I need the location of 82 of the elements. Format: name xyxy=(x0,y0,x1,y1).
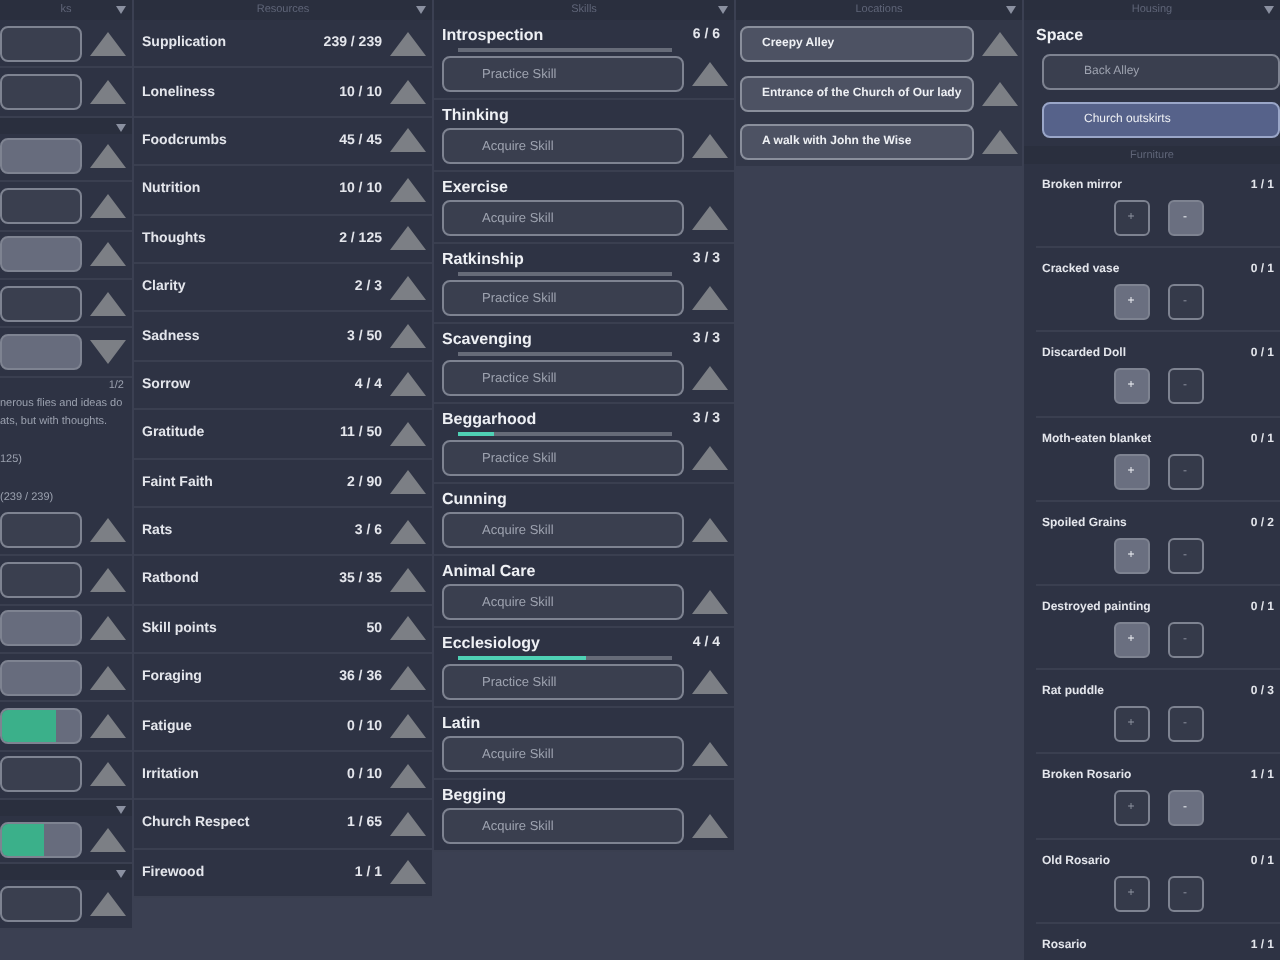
up-arrow-icon[interactable] xyxy=(692,590,728,614)
action-button[interactable] xyxy=(0,821,82,858)
up-arrow-icon[interactable] xyxy=(90,616,126,641)
up-arrow-icon[interactable] xyxy=(90,762,126,787)
action-button[interactable] xyxy=(0,74,82,111)
action-button[interactable] xyxy=(0,561,82,598)
skill-name: Thinking xyxy=(442,106,511,124)
caret-icon[interactable] xyxy=(1006,6,1016,14)
up-arrow-icon[interactable] xyxy=(390,665,426,690)
up-arrow-icon[interactable] xyxy=(692,62,728,86)
caret-icon[interactable] xyxy=(1264,6,1274,14)
skill-name: Cunning xyxy=(442,490,509,508)
up-arrow-icon[interactable] xyxy=(692,670,728,694)
up-arrow-icon[interactable] xyxy=(390,372,426,397)
action-button[interactable] xyxy=(0,334,82,371)
up-arrow-icon[interactable] xyxy=(390,567,426,592)
up-arrow-icon[interactable] xyxy=(390,275,426,300)
action-button[interactable] xyxy=(0,25,82,62)
skill-name: Begging xyxy=(442,786,508,804)
up-arrow-icon[interactable] xyxy=(982,129,1018,154)
up-arrow-icon[interactable] xyxy=(90,827,126,852)
action-button[interactable] xyxy=(0,659,82,696)
skill-name: Exercise xyxy=(442,178,510,196)
up-arrow-icon[interactable] xyxy=(90,144,126,169)
up-arrow-icon[interactable] xyxy=(390,616,426,641)
action-button[interactable] xyxy=(0,285,82,322)
up-arrow-icon[interactable] xyxy=(90,242,126,267)
up-arrow-icon[interactable] xyxy=(982,32,1018,57)
action-button[interactable] xyxy=(0,138,82,175)
up-arrow-icon[interactable] xyxy=(90,518,126,543)
skill-name: Scavenging xyxy=(442,330,534,348)
skill-name: Introspection xyxy=(442,26,546,44)
up-arrow-icon[interactable] xyxy=(692,446,728,470)
up-arrow-icon[interactable] xyxy=(390,421,426,446)
action-button[interactable] xyxy=(0,756,82,793)
down-arrow-icon[interactable] xyxy=(90,340,126,365)
up-arrow-icon[interactable] xyxy=(390,324,426,349)
action-button[interactable] xyxy=(0,187,82,224)
caret-icon[interactable] xyxy=(116,870,126,879)
caret-icon[interactable] xyxy=(416,6,426,14)
up-arrow-icon[interactable] xyxy=(90,567,126,592)
up-arrow-icon[interactable] xyxy=(692,814,728,838)
up-arrow-icon[interactable] xyxy=(90,892,126,917)
up-arrow-icon[interactable] xyxy=(692,742,728,766)
up-arrow-icon[interactable] xyxy=(692,518,728,542)
action-button[interactable] xyxy=(0,610,82,647)
up-arrow-icon[interactable] xyxy=(390,80,426,105)
up-arrow-icon[interactable] xyxy=(692,206,728,230)
up-arrow-icon[interactable] xyxy=(390,714,426,739)
caret-icon[interactable] xyxy=(718,6,728,14)
up-arrow-icon[interactable] xyxy=(692,134,728,158)
caret-icon[interactable] xyxy=(116,6,126,14)
up-arrow-icon[interactable] xyxy=(90,291,126,316)
skill-name: Ecclesiology xyxy=(442,634,542,652)
skill-name: Beggarhood xyxy=(442,410,539,428)
up-arrow-icon[interactable] xyxy=(90,80,126,105)
up-arrow-icon[interactable] xyxy=(390,470,426,495)
up-arrow-icon[interactable] xyxy=(390,128,426,153)
up-arrow-icon[interactable] xyxy=(390,177,426,202)
action-button[interactable] xyxy=(0,512,82,549)
action-button[interactable] xyxy=(0,886,82,923)
up-arrow-icon[interactable] xyxy=(90,193,126,218)
up-arrow-icon[interactable] xyxy=(390,31,426,56)
caret-icon[interactable] xyxy=(116,123,126,132)
action-button[interactable] xyxy=(0,236,82,273)
up-arrow-icon[interactable] xyxy=(90,31,126,56)
up-arrow-icon[interactable] xyxy=(90,665,126,690)
up-arrow-icon[interactable] xyxy=(390,811,426,836)
up-arrow-icon[interactable] xyxy=(390,763,426,788)
caret-icon[interactable] xyxy=(116,806,126,815)
section-title: Space xyxy=(1036,24,1086,48)
up-arrow-icon[interactable] xyxy=(90,713,126,738)
up-arrow-icon[interactable] xyxy=(390,860,426,885)
skill-name: Animal Care xyxy=(442,562,538,580)
action-button[interactable] xyxy=(0,708,82,744)
skill-name: Latin xyxy=(442,714,483,732)
up-arrow-icon[interactable] xyxy=(390,226,426,251)
up-arrow-icon[interactable] xyxy=(692,286,728,310)
up-arrow-icon[interactable] xyxy=(982,81,1018,106)
up-arrow-icon[interactable] xyxy=(692,366,728,390)
up-arrow-icon[interactable] xyxy=(390,519,426,544)
skill-name: Ratkinship xyxy=(442,250,526,268)
